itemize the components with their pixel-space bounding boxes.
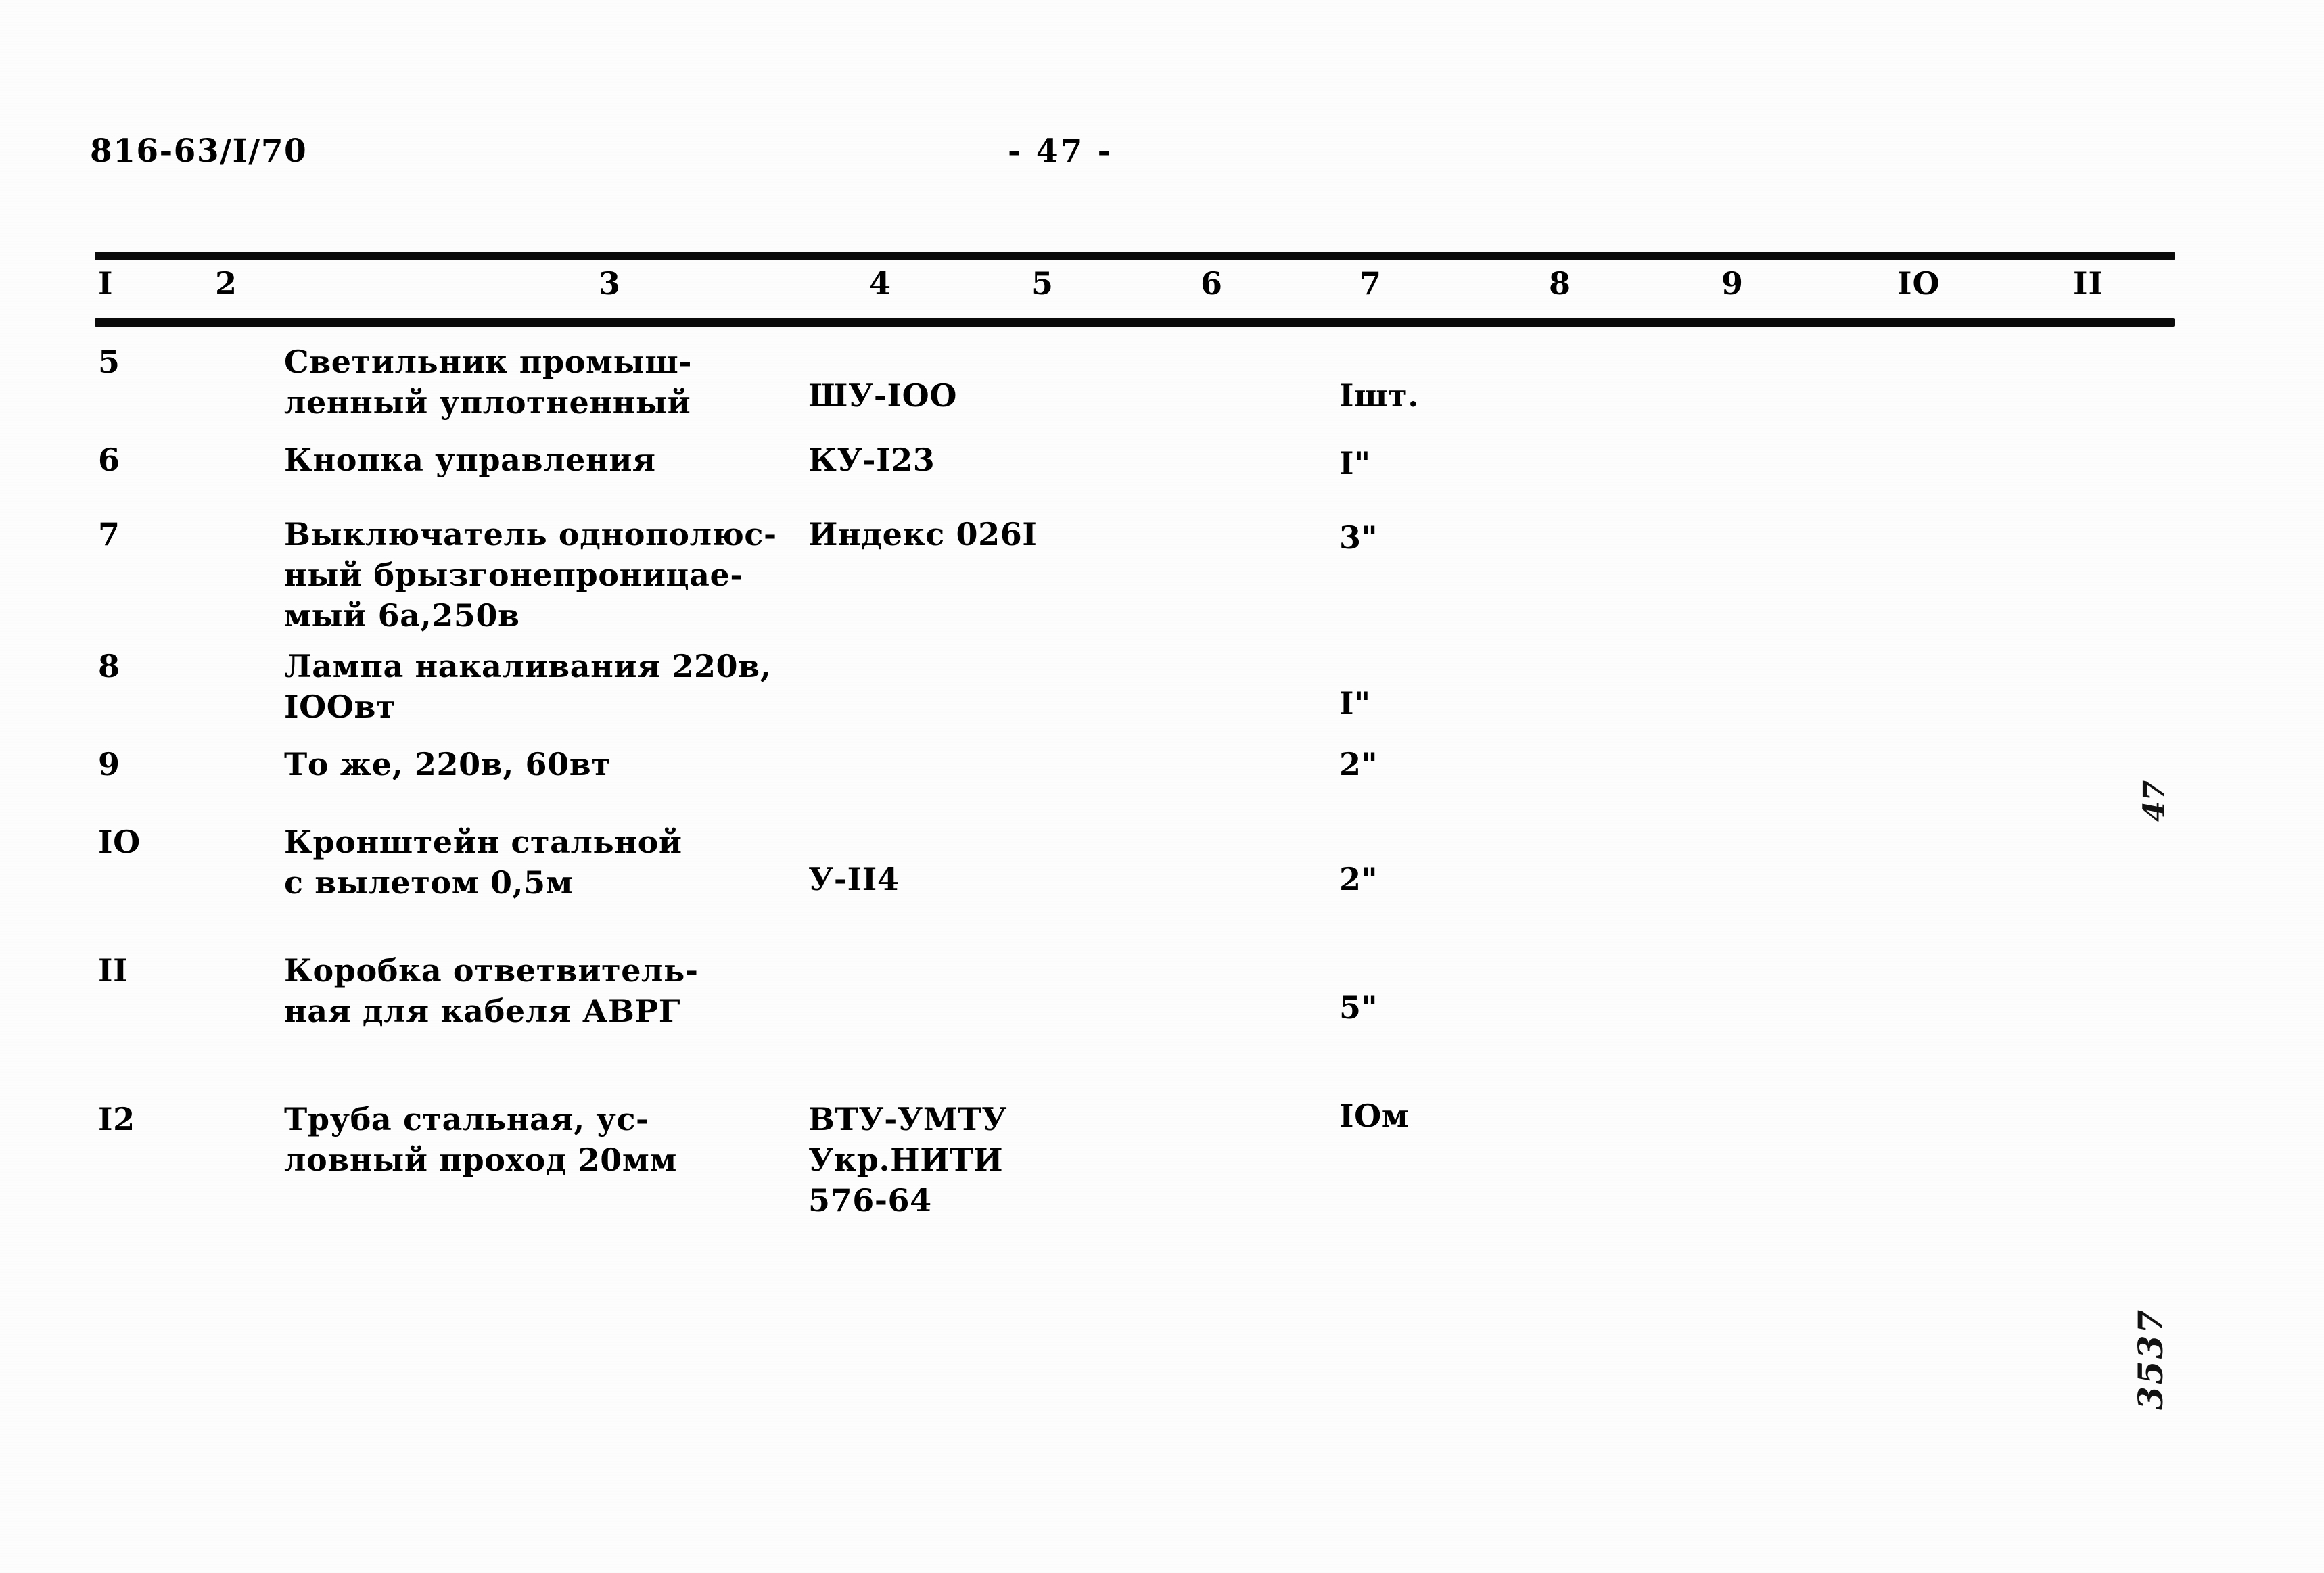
table-row-qty-8: IOм — [1339, 1098, 1410, 1134]
table-row-index-2: 6 — [98, 442, 120, 478]
table-row-mark-6: У-II4 — [808, 861, 900, 897]
table-row-mark-3: Индекс 026I — [808, 516, 1038, 553]
table-row-index-8: I2 — [98, 1101, 135, 1137]
table-row-mark-2: КУ-I23 — [808, 442, 935, 478]
margin-handwritten-archive-number: 3537 — [2131, 1307, 2170, 1410]
table-row-name-6: Кронштейн стальной с вылетом 0,5м — [284, 824, 682, 901]
table-row-index-1: 5 — [98, 344, 120, 380]
table-row-index-6: IO — [98, 824, 141, 860]
table-row-name-4: Лампа накаливания 220в, IOOвт — [284, 648, 772, 725]
table-row-index-3: 7 — [98, 516, 120, 553]
table-row-qty-5: 2" — [1339, 746, 1378, 782]
table-row-qty-1: Iшт. — [1339, 377, 1419, 414]
table-row-name-5: То же, 220в, 60вт — [284, 746, 611, 782]
table-row-qty-4: I" — [1339, 685, 1371, 722]
table-row-qty-2: I" — [1339, 445, 1371, 482]
table-row-name-3: Выключатель однополюс- ный брызгонепрони… — [284, 516, 777, 634]
table-row-index-7: II — [98, 952, 129, 989]
document-page: 816-63/I/70 - 47 - I 2 3 4 5 6 7 8 9 IO II 5 Светил… — [0, 0, 2324, 1573]
table-row-index-5: 9 — [98, 746, 120, 782]
table-row-index-4: 8 — [98, 648, 120, 684]
table-body: 5 Светильник промыш- ленный уплотненный ШУ… — [0, 0, 2324, 1573]
table-row-name-8: Труба стальная, ус- ловный проход 20мм — [284, 1101, 678, 1178]
table-row-qty-6: 2" — [1339, 861, 1378, 897]
table-row-name-7: Коробка ответвитель- ная для кабеля АВРГ — [284, 952, 699, 1029]
table-row-mark-1: ШУ-IOO — [808, 377, 958, 414]
table-row-qty-3: 3" — [1339, 519, 1378, 556]
table-row-name-2: Кнопка управления — [284, 442, 656, 478]
margin-handwritten-page-number: 47 — [2137, 780, 2172, 822]
table-row-qty-7: 5" — [1339, 989, 1378, 1026]
table-row-name-1: Светильник промыш- ленный уплотненный — [284, 344, 693, 421]
table-row-mark-8: ВТУ-УМТУ Укр.НИТИ 576-64 — [808, 1101, 1008, 1219]
